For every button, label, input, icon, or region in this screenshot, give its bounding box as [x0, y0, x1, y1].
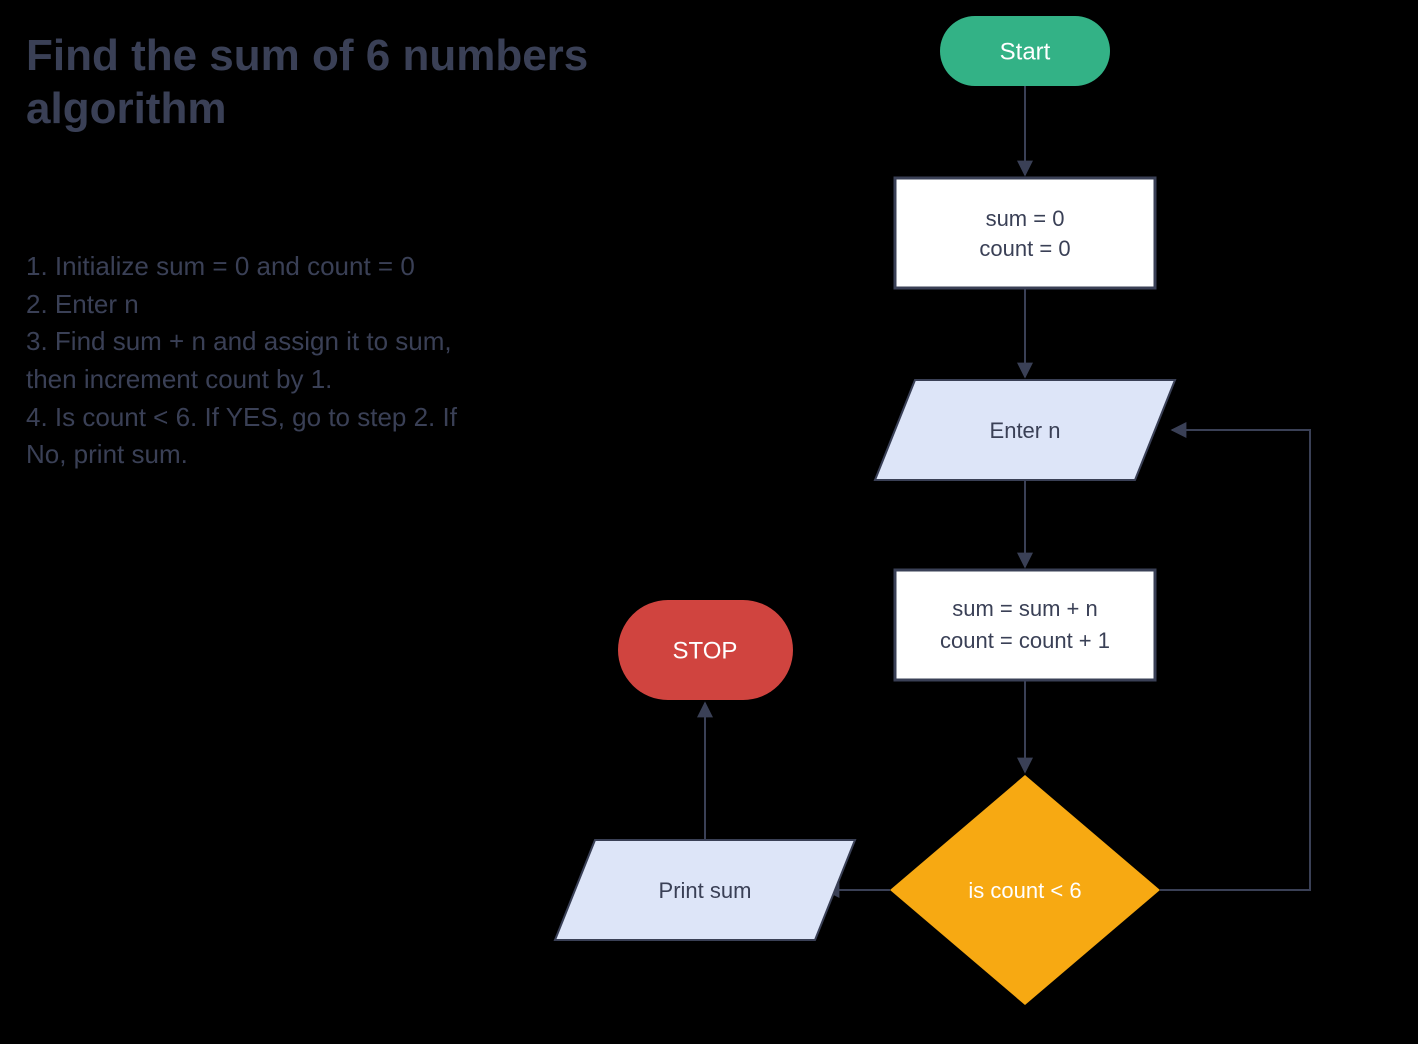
- node-print-label: Print sum: [659, 878, 752, 903]
- node-init-line1: sum = 0: [986, 206, 1065, 231]
- node-update: sum = sum + n count = count + 1: [895, 570, 1155, 680]
- node-decision-label: is count < 6: [968, 878, 1081, 903]
- node-start: Start: [940, 16, 1110, 86]
- node-update-line2: count = count + 1: [940, 628, 1110, 653]
- node-update-line1: sum = sum + n: [952, 596, 1098, 621]
- node-decision: is count < 6: [890, 775, 1160, 1005]
- arrow-decision-yes-loop: [1160, 430, 1310, 890]
- node-init-line2: count = 0: [979, 236, 1070, 261]
- flowchart: Start sum = 0 count = 0 Enter n sum = su…: [0, 0, 1418, 1044]
- node-enter: Enter n: [875, 380, 1175, 480]
- node-stop: STOP: [618, 600, 793, 700]
- node-start-label: Start: [1000, 38, 1051, 65]
- node-print: Print sum: [555, 840, 855, 940]
- node-enter-label: Enter n: [990, 418, 1061, 443]
- node-init: sum = 0 count = 0: [895, 178, 1155, 288]
- node-stop-label: STOP: [673, 637, 738, 664]
